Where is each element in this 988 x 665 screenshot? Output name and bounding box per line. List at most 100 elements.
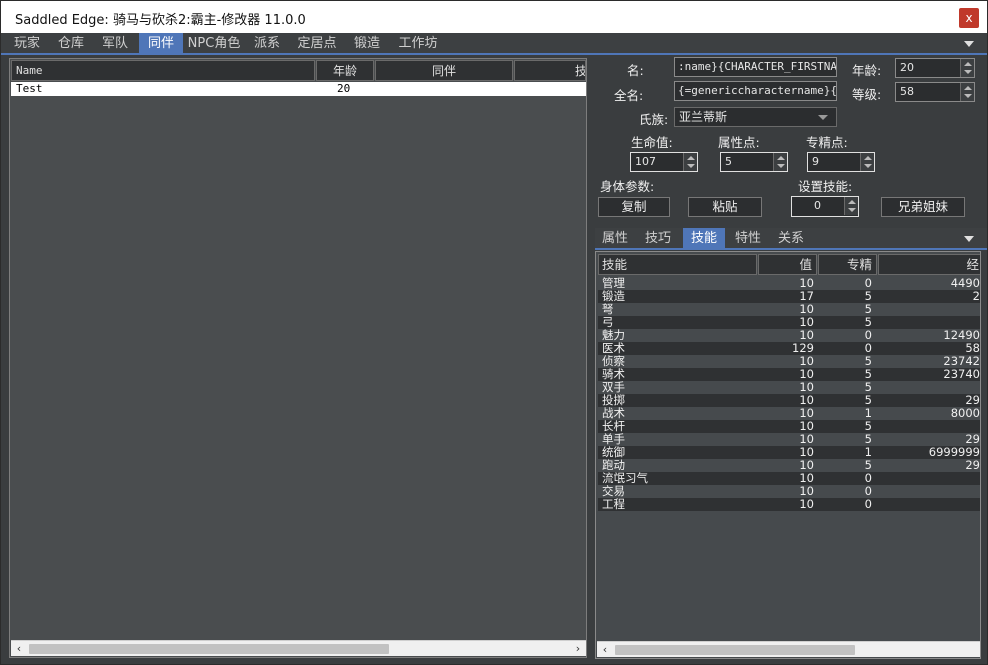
set-skill-stepper[interactable]: 0 — [791, 196, 859, 217]
skills-table: 技能 值 专精 经 管理 10 0 4490 锻造 17 5 2 弩 10 5 弓 10 5 魅力 10 0 12… — [595, 251, 981, 659]
siblings-button[interactable]: 兄弟姐妹 — [881, 197, 965, 217]
table-row[interactable]: 医术 129 0 58 — [598, 342, 980, 355]
stepper-down-icon[interactable] — [687, 164, 695, 168]
stepper-up-icon[interactable] — [687, 156, 695, 160]
table-row[interactable]: 锻造 17 5 2 — [598, 290, 980, 303]
scroll-left-icon[interactable]: ‹ — [11, 641, 27, 657]
tab-perks[interactable]: 技巧 — [638, 228, 678, 250]
tab-companions[interactable]: 同伴 — [139, 33, 183, 55]
table-row[interactable]: 侦察 10 5 23742 — [598, 355, 980, 368]
age-value: 20 — [900, 61, 914, 74]
col-header-value[interactable]: 值 — [758, 254, 817, 275]
col-header-experience[interactable]: 经 — [878, 254, 980, 275]
skill-focus: 0 — [864, 497, 872, 511]
age-stepper[interactable]: 20 — [895, 58, 975, 78]
col-header-companion[interactable]: 同伴 — [375, 60, 513, 81]
attribute-stepper-buttons[interactable] — [773, 153, 787, 171]
table-row[interactable]: 统御 10 1 6999999 — [598, 446, 980, 459]
tab-skills[interactable]: 技能 — [683, 228, 725, 250]
focus-points-stepper[interactable]: 9 — [807, 152, 875, 172]
table-row[interactable]: 弓 10 5 — [598, 316, 980, 329]
table-row[interactable]: Test 20 — [11, 82, 586, 96]
stepper-down-icon[interactable] — [964, 94, 972, 98]
scroll-left-icon[interactable]: ‹ — [597, 642, 613, 658]
table-row[interactable]: 魅力 10 0 12490 — [598, 329, 980, 342]
stepper-down-icon[interactable] — [964, 70, 972, 74]
tab-attributes[interactable]: 属性 — [597, 228, 633, 250]
col-header-focus[interactable]: 专精 — [818, 254, 877, 275]
focus-points-label: 专精点: — [806, 135, 848, 150]
col-header-skill[interactable]: 技 — [514, 60, 586, 81]
skill-experience: 4490 — [950, 276, 980, 290]
stepper-up-icon[interactable] — [964, 62, 972, 66]
companion-list: Name 年龄 同伴 技 Test 20 ‹ › — [9, 58, 587, 658]
tab-traits[interactable]: 特性 — [729, 228, 767, 250]
skills-horizontal-scrollbar[interactable]: ‹ — [597, 641, 980, 658]
set-skill-value: 0 — [814, 199, 821, 212]
skill-value: 10 — [799, 497, 814, 511]
age-stepper-buttons[interactable] — [960, 59, 974, 77]
stepper-down-icon[interactable] — [864, 164, 872, 168]
table-row[interactable]: 工程 10 0 — [598, 498, 980, 511]
stepper-up-icon[interactable] — [848, 200, 856, 204]
tab-army[interactable]: 军队 — [95, 33, 135, 55]
focus-stepper-buttons[interactable] — [860, 153, 874, 171]
level-stepper-buttons[interactable] — [960, 83, 974, 101]
table-row[interactable]: 双手 10 5 — [598, 381, 980, 394]
table-row[interactable]: 流氓习气 10 0 — [598, 472, 980, 485]
horizontal-scrollbar[interactable]: ‹ › — [11, 640, 586, 656]
tab-overflow-chevron-down-icon[interactable] — [964, 41, 974, 47]
tab-workshops[interactable]: 工作坊 — [393, 33, 443, 55]
table-row[interactable]: 跑动 10 5 29 — [598, 459, 980, 472]
table-row[interactable]: 弩 10 5 — [598, 303, 980, 316]
subtab-overflow-chevron-down-icon[interactable] — [964, 236, 974, 242]
table-row[interactable]: 长杆 10 5 — [598, 420, 980, 433]
name-input[interactable]: :name}{CHARACTER_FIRSTNAME} — [674, 57, 837, 77]
tab-inventory[interactable]: 仓库 — [51, 33, 91, 55]
skill-experience: 2 — [972, 289, 980, 303]
hp-stepper-buttons[interactable] — [683, 153, 697, 171]
table-row[interactable]: 管理 10 0 4490 — [598, 277, 980, 290]
scroll-thumb[interactable] — [29, 644, 389, 654]
culture-label: 氏族: — [639, 112, 669, 127]
col-header-age[interactable]: 年龄 — [316, 60, 374, 81]
stepper-up-icon[interactable] — [964, 86, 972, 90]
stepper-up-icon[interactable] — [777, 156, 785, 160]
fullname-input[interactable]: {=genericcharactername}{CHA — [674, 81, 837, 101]
tab-npc[interactable]: NPC角色 — [187, 33, 241, 55]
tab-factions[interactable]: 派系 — [247, 33, 287, 55]
table-row[interactable]: 交易 10 0 — [598, 485, 980, 498]
table-row[interactable]: 单手 10 5 29 — [598, 433, 980, 446]
scroll-thumb[interactable] — [615, 645, 855, 655]
table-row[interactable]: 战术 10 1 8000 — [598, 407, 980, 420]
table-row[interactable]: 骑术 10 5 23740 — [598, 368, 980, 381]
level-value: 58 — [900, 85, 914, 98]
skill-experience: 8000 — [950, 406, 980, 420]
copy-button[interactable]: 复制 — [598, 197, 670, 217]
tab-player[interactable]: 玩家 — [7, 33, 47, 55]
hp-label: 生命值: — [631, 135, 673, 150]
age-label: 年龄: — [852, 63, 882, 78]
col-header-skill-name[interactable]: 技能 — [598, 254, 757, 275]
stepper-down-icon[interactable] — [848, 208, 856, 212]
hp-stepper[interactable]: 107 — [630, 152, 698, 172]
stepper-down-icon[interactable] — [777, 164, 785, 168]
culture-select[interactable]: 亚兰蒂斯 — [674, 107, 837, 127]
col-header-name[interactable]: Name — [11, 60, 315, 81]
tab-relations[interactable]: 关系 — [771, 228, 811, 250]
close-button[interactable]: x — [959, 8, 979, 28]
table-row[interactable]: 投掷 10 5 29 — [598, 394, 980, 407]
body-params-label: 身体参数: — [600, 179, 655, 194]
scroll-right-icon[interactable]: › — [570, 641, 586, 657]
tab-settlements[interactable]: 定居点 — [293, 33, 341, 55]
set-skill-label: 设置技能: — [798, 179, 853, 194]
chevron-down-icon — [818, 115, 828, 120]
attribute-points-stepper[interactable]: 5 — [720, 152, 788, 172]
level-stepper[interactable]: 58 — [895, 82, 975, 102]
tab-smithing[interactable]: 锻造 — [347, 33, 387, 55]
set-skill-stepper-buttons[interactable] — [844, 197, 858, 215]
detail-tab-bar: 属性 技巧 技能 特性 关系 — [595, 228, 987, 250]
paste-button[interactable]: 粘贴 — [688, 197, 762, 217]
fullname-label: 全名: — [614, 88, 644, 103]
stepper-up-icon[interactable] — [864, 156, 872, 160]
